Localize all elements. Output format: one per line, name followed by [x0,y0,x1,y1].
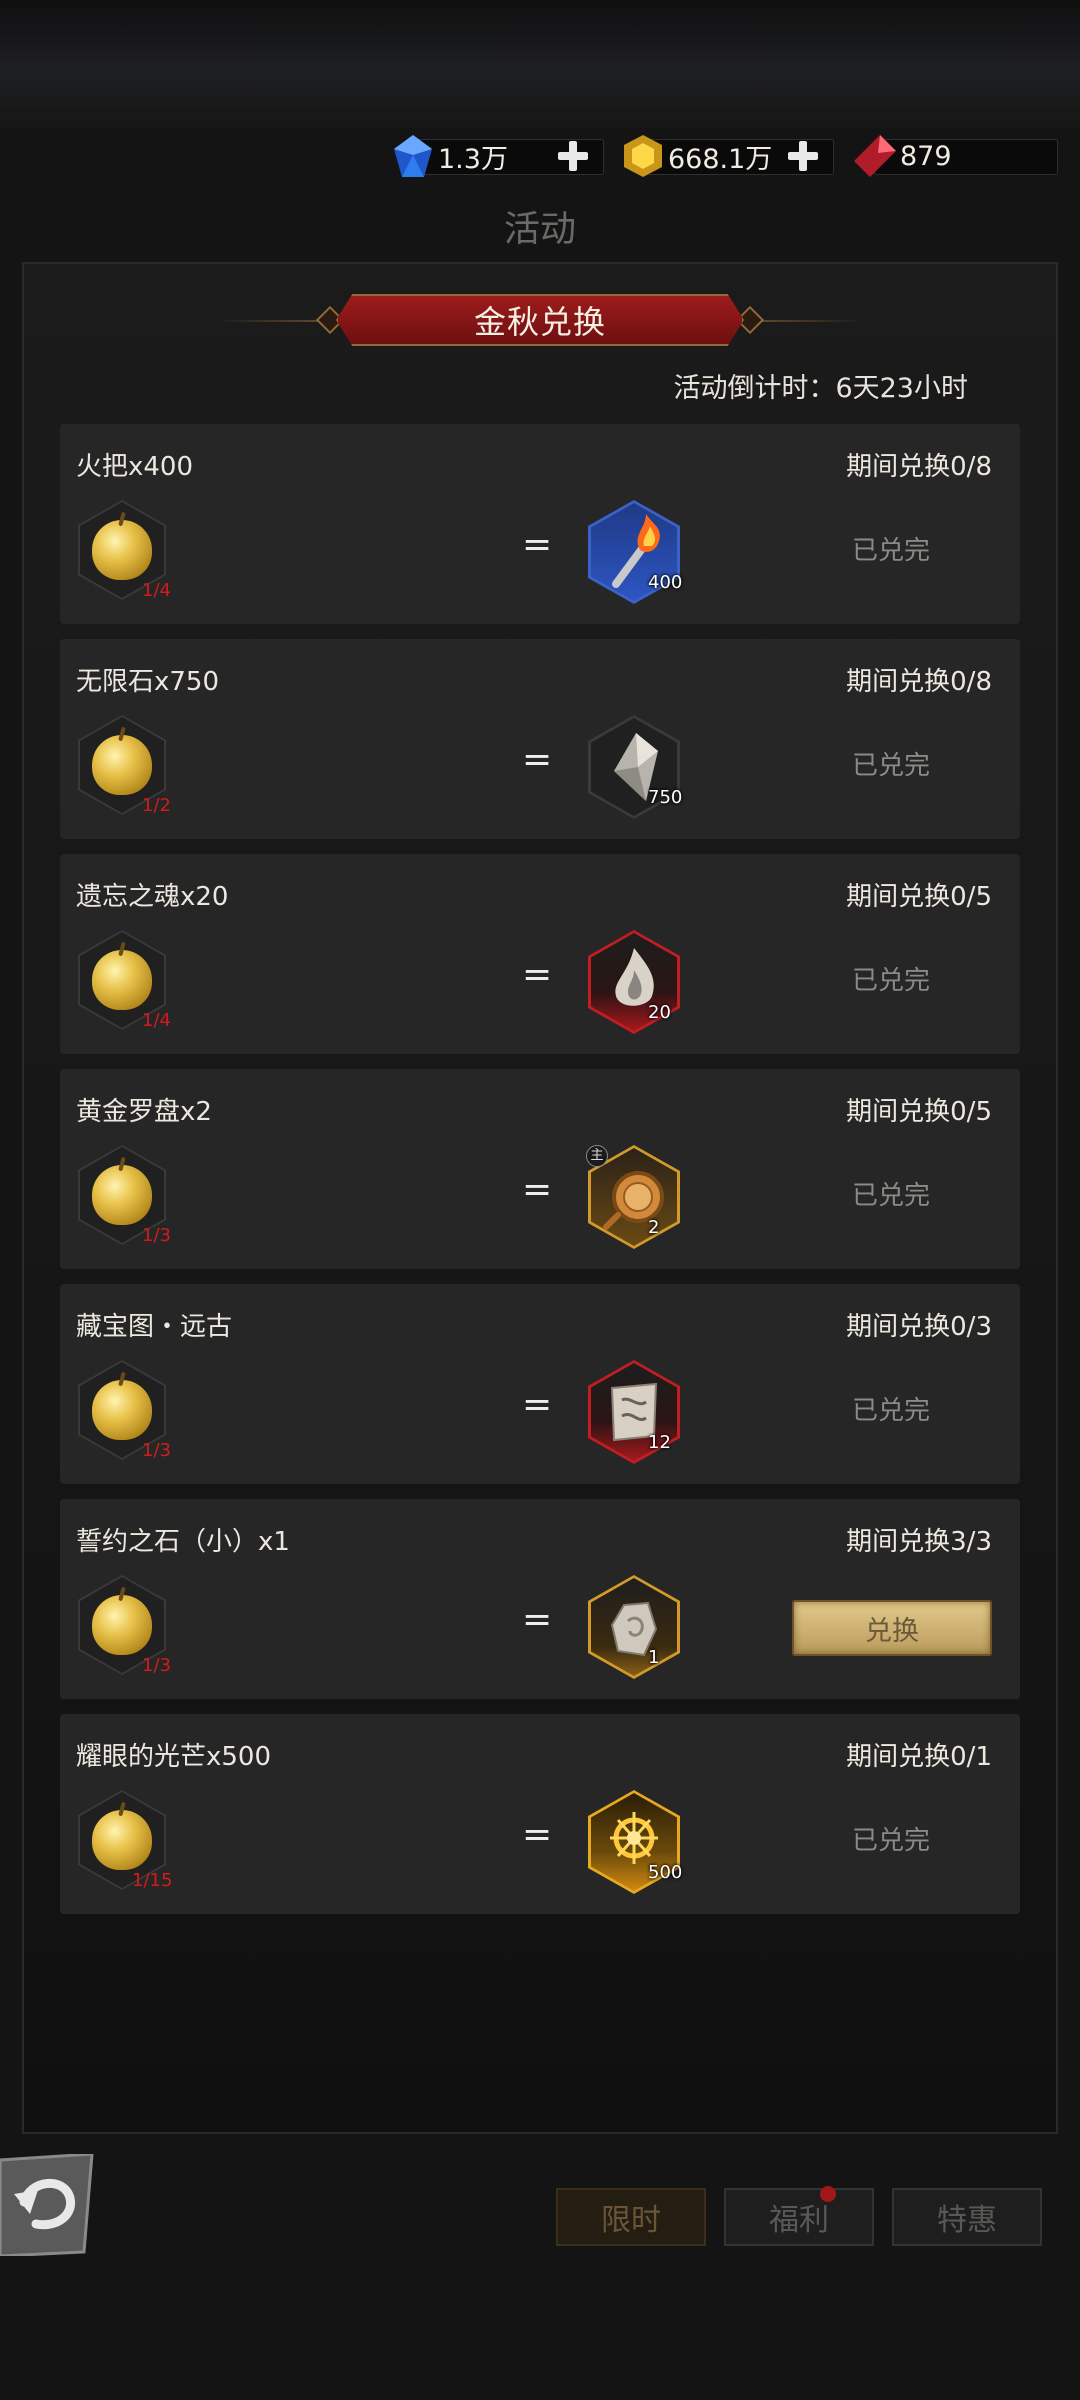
exchange-button-label: 兑换 [865,1615,919,1647]
gold-coin-icon [624,135,662,177]
item-name: 火把x400 [76,452,194,482]
item-name: 耀眼的光芒x500 [76,1742,272,1772]
exchange-row-oath-stone: 誓约之石（小）x1 期间兑换3/3 1/3 = 1 兑换 [60,1499,1020,1699]
golden-apple-icon [92,520,152,580]
cost-count: 1/3 [142,1225,171,1246]
golden-apple-icon [92,1380,152,1440]
add-diamond-button[interactable] [556,139,590,173]
exchange-row-radiance: 耀眼的光芒x500 期间兑换0/1 1/15 = 500 已兑完 [60,1714,1020,1914]
exchange-limit: 期间兑换0/5 [846,1097,992,1127]
item-name: 遗忘之魂x20 [76,882,229,912]
equals-sign: = [522,1599,553,1640]
golden-apple-icon [92,735,152,795]
reward-count: 20 [648,1002,671,1023]
exchange-row-infinity-stone: 无限石x750 期间兑换0/8 1/2 = 750 已兑完 [60,639,1020,839]
cost-count: 1/4 [142,580,171,601]
item-name: 藏宝图・远古 [76,1312,233,1342]
reward-count: 500 [648,1862,683,1883]
currency-gold: 668.1万 [620,133,834,179]
reward-slot[interactable] [588,1575,680,1679]
event-title: 金秋兑换 [473,303,606,341]
exchange-limit: 期间兑换0/1 [846,1742,992,1772]
top-banner [0,0,1080,128]
equals-sign: = [522,1814,553,1855]
tab-welfare[interactable]: 福利 [724,2188,874,2246]
equals-sign: = [522,1384,553,1425]
gold-amount: 668.1万 [668,143,773,175]
add-gold-button[interactable] [786,139,820,173]
main-badge: 主 [586,1145,608,1167]
exchange-limit: 期间兑换0/5 [846,882,992,912]
exchange-row-forgotten-soul: 遗忘之魂x20 期间兑换0/5 1/4 = 20 已兑完 [60,854,1020,1054]
item-name: 无限石x750 [76,667,220,697]
currency-ruby: 879 [852,133,1058,179]
equals-sign: = [522,1169,553,1210]
exchange-limit: 期间兑换0/8 [846,667,992,697]
blue-diamond-icon [394,135,432,177]
sold-out-label: 已兑完 [852,1826,931,1856]
exchange-row-golden-compass: 黄金罗盘x2 期间兑换0/5 1/3 = 主 2 已兑完 [60,1069,1020,1269]
golden-apple-icon [92,950,152,1010]
exchange-limit: 期间兑换3/3 [846,1527,992,1557]
equals-sign: = [522,739,553,780]
golden-apple-icon [92,1810,152,1870]
cost-count: 1/3 [142,1655,171,1676]
sold-out-label: 已兑完 [852,1181,931,1211]
exchange-row-treasure-map: 藏宝图・远古 期间兑换0/3 1/3 = 12 已兑完 [60,1284,1020,1484]
equals-sign: = [522,524,553,565]
item-name: 黄金罗盘x2 [76,1097,212,1127]
back-arrow-icon[interactable] [0,2154,96,2256]
currency-diamond: 1.3万 [390,133,604,179]
tab-label: 福利 [769,2203,829,2238]
exchange-row-torch: 火把x400 期间兑换0/8 1/4 = 400 已兑完 [60,424,1020,624]
sold-out-label: 已兑完 [852,751,931,781]
reward-count: 2 [648,1217,660,1238]
cost-count: 1/3 [142,1440,171,1461]
diamond-amount: 1.3万 [438,143,508,175]
exchange-limit: 期间兑换0/8 [846,452,992,482]
reward-count: 1 [648,1647,660,1668]
notification-dot [820,2186,836,2202]
screen-title: 活动 [503,209,576,250]
ruby-amount: 879 [900,140,952,172]
exchange-limit: 期间兑换0/3 [846,1312,992,1342]
sold-out-label: 已兑完 [852,536,931,566]
reward-count: 400 [648,572,683,593]
golden-apple-icon [92,1595,152,1655]
oath-stone-icon [610,1601,658,1657]
sold-out-label: 已兑完 [852,966,931,996]
event-title-banner: 金秋兑换 [336,294,744,346]
event-countdown: 活动倒计时：6天23小时 [673,373,968,404]
red-gem-icon [854,135,896,177]
equals-sign: = [522,954,553,995]
tab-label: 限时 [601,2203,661,2238]
tab-special-offer[interactable]: 特惠 [892,2188,1042,2246]
exchange-button[interactable]: 兑换 [792,1600,992,1656]
item-name: 誓约之石（小）x1 [76,1527,290,1557]
reward-count: 750 [648,787,683,808]
cost-count: 1/15 [132,1870,173,1891]
reward-count: 12 [648,1432,671,1453]
sold-out-label: 已兑完 [852,1396,931,1426]
tab-limited-time[interactable]: 限时 [556,2188,706,2246]
cost-count: 1/4 [142,1010,171,1031]
cost-count: 1/2 [142,795,171,816]
golden-apple-icon [92,1165,152,1225]
tab-label: 特惠 [937,2203,997,2238]
